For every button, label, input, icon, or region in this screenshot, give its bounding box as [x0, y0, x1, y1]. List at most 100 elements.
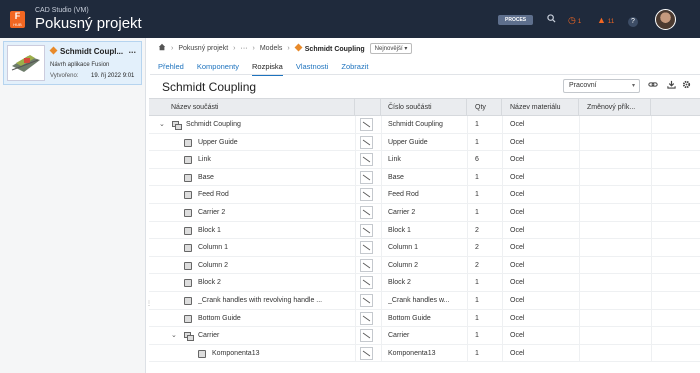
table-row[interactable]: Base Base 1 Ocel: [149, 168, 700, 187]
col-header-material[interactable]: Název materiálu: [502, 99, 579, 116]
expand-chevron-icon[interactable]: ⌄: [171, 327, 177, 345]
cell-part-name[interactable]: Link: [198, 151, 349, 169]
part-thumbnail[interactable]: [360, 311, 373, 325]
table-row[interactable]: Komponenta13 Komponenta13 1 Ocel: [149, 344, 700, 363]
part-thumbnail[interactable]: [360, 329, 373, 343]
table-row[interactable]: Upper Guide Upper Guide 1 Ocel: [149, 133, 700, 152]
column-divider: [355, 151, 356, 169]
file-card[interactable]: Schmidt Coupl... ... Návrh aplikace Fusi…: [3, 41, 142, 85]
breadcrumb-project[interactable]: Pokusný projekt: [178, 45, 228, 52]
bom-view-select[interactable]: Pracovní ▾: [563, 79, 640, 93]
cell-part-name[interactable]: Komponenta13: [212, 345, 349, 363]
col-header-qty[interactable]: Qty: [467, 99, 502, 116]
part-thumbnail[interactable]: [360, 135, 373, 149]
link-icon[interactable]: [648, 80, 658, 91]
cell-part-number: Block 2: [388, 279, 411, 287]
cell-part-name[interactable]: Column 2: [198, 257, 349, 275]
chevron-right-icon: ›: [171, 44, 174, 52]
help-button[interactable]: ?: [628, 14, 638, 27]
search-icon[interactable]: [547, 14, 556, 26]
table-row[interactable]: ⌄ Carrier Carrier 1 Ocel: [149, 327, 700, 345]
table-body: ⌄ Schmidt Coupling Schmidt Coupling 1 Ocel Up…: [149, 116, 700, 363]
avatar[interactable]: [655, 9, 676, 30]
fusion-hub-logo[interactable]: F HUB: [10, 11, 25, 28]
jobs-button[interactable]: ◷ 1: [568, 14, 581, 26]
part-thumbnail[interactable]: [360, 188, 373, 202]
cell-part-name[interactable]: Carrier: [198, 327, 349, 345]
part-icon: [184, 279, 192, 288]
column-divider: [467, 133, 468, 152]
cell-part-name[interactable]: _Crank handles with revolving handle ...: [198, 292, 349, 310]
home-icon[interactable]: [158, 43, 166, 53]
cell-material: Ocel: [510, 261, 525, 269]
cell-part-name[interactable]: Block 1: [198, 222, 349, 240]
part-thumbnail[interactable]: [360, 118, 373, 131]
cell-material: Ocel: [510, 296, 525, 304]
column-divider: [381, 274, 382, 292]
cell-part-name[interactable]: Carrier 2: [198, 204, 349, 222]
cell-material: Ocel: [510, 279, 525, 287]
cell-part-name[interactable]: Block 2: [198, 274, 349, 292]
table-row[interactable]: Bottom Guide Bottom Guide 1 Ocel: [149, 309, 700, 328]
hub-name[interactable]: CAD Studio (VM): [35, 7, 89, 14]
expand-chevron-icon[interactable]: ⌄: [159, 116, 165, 134]
version-dropdown[interactable]: Nejnovější ▾: [369, 42, 413, 54]
part-thumbnail[interactable]: [360, 258, 373, 272]
cell-qty: 1: [475, 191, 479, 199]
cell-qty: 1: [475, 121, 479, 128]
cell-part-name[interactable]: Bottom Guide: [198, 310, 349, 328]
cell-material: Ocel: [510, 121, 525, 128]
part-icon: [184, 244, 192, 253]
part-thumbnail[interactable]: [360, 205, 373, 219]
gear-icon[interactable]: [682, 80, 691, 91]
cell-part-number: _Crank handles w...: [388, 296, 450, 304]
part-thumbnail[interactable]: [360, 276, 373, 290]
cell-material: Ocel: [510, 332, 525, 340]
column-divider: [579, 116, 580, 134]
col-header-thumbnail[interactable]: [355, 99, 381, 116]
part-thumbnail[interactable]: [360, 293, 373, 307]
help-icon: ?: [628, 17, 638, 27]
table-row[interactable]: ⌄ Schmidt Coupling Schmidt Coupling 1 Ocel: [149, 116, 700, 134]
column-divider: [467, 256, 468, 275]
column-divider: [579, 327, 580, 345]
download-icon[interactable]: [667, 80, 676, 91]
col-header-part-number[interactable]: Číslo součásti: [381, 99, 467, 116]
more-options-button[interactable]: ...: [128, 45, 136, 55]
part-thumbnail[interactable]: [360, 153, 373, 167]
column-divider: [355, 133, 356, 152]
breadcrumb-ellipsis[interactable]: ···: [241, 45, 248, 52]
cell-part-name[interactable]: Column 1: [198, 239, 349, 257]
file-thumbnail[interactable]: [7, 45, 45, 81]
notifications-button[interactable]: ▲ 11: [597, 14, 614, 26]
table-row[interactable]: Block 1 Block 1 2 Ocel: [149, 221, 700, 240]
breadcrumb-models[interactable]: Models: [260, 45, 283, 52]
table-row[interactable]: Column 2 Column 2 2 Ocel: [149, 256, 700, 275]
table-row[interactable]: Carrier 2 Carrier 2 1 Ocel: [149, 203, 700, 222]
table-row[interactable]: _Crank handles with revolving handle ...…: [149, 291, 700, 310]
table-row[interactable]: Column 1 Column 1 2 Ocel: [149, 239, 700, 257]
cell-part-name[interactable]: Upper Guide: [198, 134, 349, 152]
part-thumbnail[interactable]: [360, 241, 373, 255]
col-header-name[interactable]: Název součásti: [149, 99, 355, 116]
column-divider: [579, 151, 580, 169]
cell-part-name[interactable]: Schmidt Coupling: [186, 116, 349, 134]
column-divider: [651, 186, 652, 204]
column-divider: [381, 291, 382, 310]
part-thumbnail[interactable]: [360, 170, 373, 184]
table-row[interactable]: Block 2 Block 2 1 Ocel: [149, 274, 700, 292]
file-card-title[interactable]: Schmidt Coupl...: [49, 46, 123, 56]
cell-qty: 2: [475, 261, 479, 269]
cell-part-number: Feed Rod: [388, 191, 419, 199]
table-row[interactable]: Feed Rod Feed Rod 1 Ocel: [149, 186, 700, 204]
column-divider: [502, 344, 503, 363]
col-header-change-order[interactable]: Změnový přík...: [579, 99, 651, 116]
table-row[interactable]: Link Link 6 Ocel: [149, 151, 700, 169]
part-thumbnail[interactable]: [360, 346, 373, 360]
cell-part-name[interactable]: Base: [198, 169, 349, 187]
bom-view-select-label: Pracovní: [569, 82, 597, 89]
part-thumbnail[interactable]: [360, 223, 373, 237]
cell-part-name[interactable]: Feed Rod: [198, 186, 349, 204]
process-badge[interactable]: PROCES: [498, 15, 534, 25]
bell-icon: ▲: [597, 15, 606, 25]
